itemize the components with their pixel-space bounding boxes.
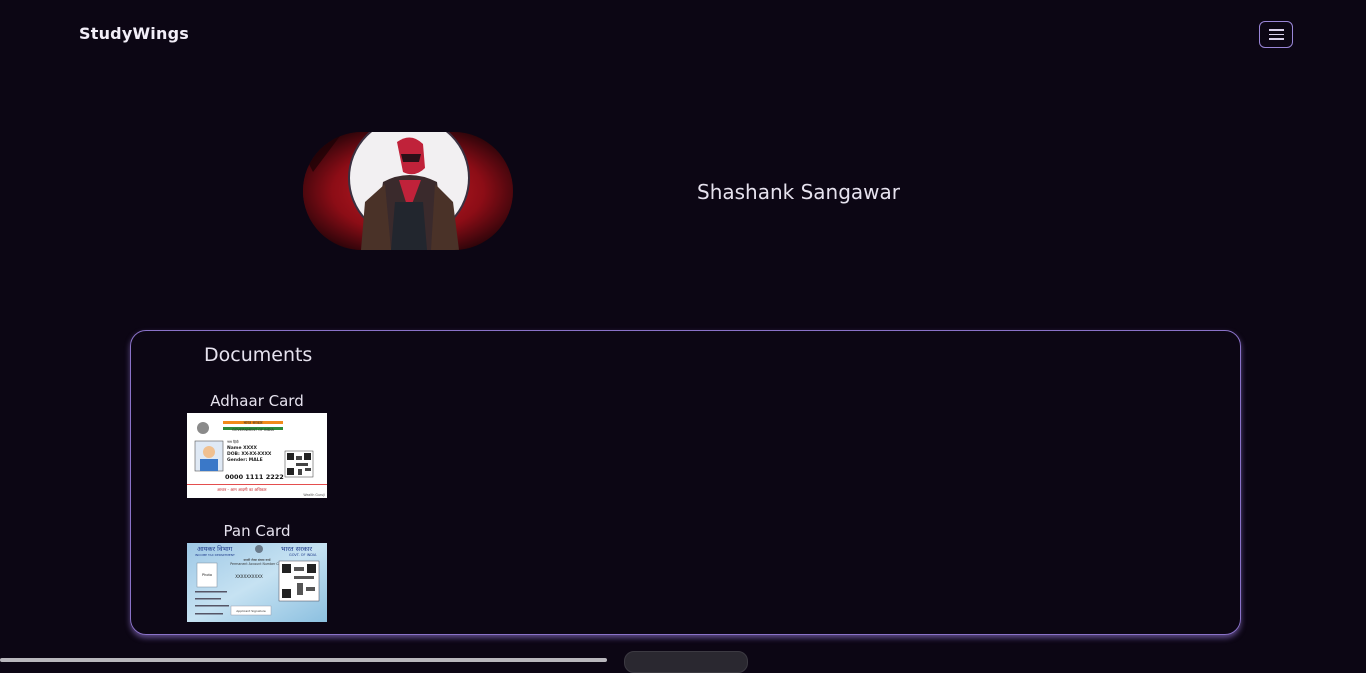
svg-text:भारत सरकार: भारत सरकार xyxy=(243,420,262,425)
profile-avatar xyxy=(303,132,513,250)
svg-text:आधार - आम आदमी का अधिकार: आधार - आम आदमी का अधिकार xyxy=(217,487,267,492)
svg-text:Applicant Signature: Applicant Signature xyxy=(236,609,266,613)
svg-text:INCOME TAX DEPARTMENT: INCOME TAX DEPARTMENT xyxy=(195,553,235,557)
svg-text:Name XXXX: Name XXXX xyxy=(227,445,258,451)
documents-title: Documents xyxy=(204,344,313,366)
svg-text:XXXXXXXXXX: XXXXXXXXXX xyxy=(235,574,263,579)
aadhaar-card-label: Adhaar Card xyxy=(210,392,304,410)
brand-link[interactable]: StudyWings xyxy=(79,24,189,43)
svg-text:Wealth Guruji: Wealth Guruji xyxy=(303,493,325,497)
navbar: StudyWings xyxy=(0,0,1366,70)
svg-text:Permanent Account Number Card: Permanent Account Number Card xyxy=(230,562,284,566)
profile-name: Shashank Sangawar xyxy=(697,180,901,204)
hamburger-menu-icon[interactable] xyxy=(1259,21,1293,48)
aadhaar-card-image[interactable]: भारत सरकार GOVERNMENT OF INDIA नाम हिंदी… xyxy=(187,413,327,498)
svg-text:0000 1111 2222: 0000 1111 2222 xyxy=(225,473,284,481)
pan-card-image[interactable]: आयकर विभाग INCOME TAX DEPARTMENT भारत सर… xyxy=(187,543,327,622)
documents-card: Documents Adhaar Card भारत सरकार GOVERNM… xyxy=(130,330,1241,635)
svg-text:GOVERNMENT OF INDIA: GOVERNMENT OF INDIA xyxy=(232,428,274,432)
svg-text:आयकर विभाग: आयकर विभाग xyxy=(197,545,233,553)
svg-text:Gender: MALE: Gender: MALE xyxy=(227,457,263,463)
pan-card-label: Pan Card xyxy=(223,522,291,540)
svg-text:Photo: Photo xyxy=(202,573,212,577)
floating-toolbar[interactable] xyxy=(624,651,748,673)
svg-text:GOVT. OF INDIA: GOVT. OF INDIA xyxy=(289,553,317,557)
svg-text:भारत सरकार: भारत सरकार xyxy=(281,545,312,553)
svg-text:DOB: XX-XX-XXXX: DOB: XX-XX-XXXX xyxy=(227,451,272,457)
horizontal-scrollbar[interactable] xyxy=(0,658,607,662)
svg-text:नाम हिंदी: नाम हिंदी xyxy=(227,439,239,444)
